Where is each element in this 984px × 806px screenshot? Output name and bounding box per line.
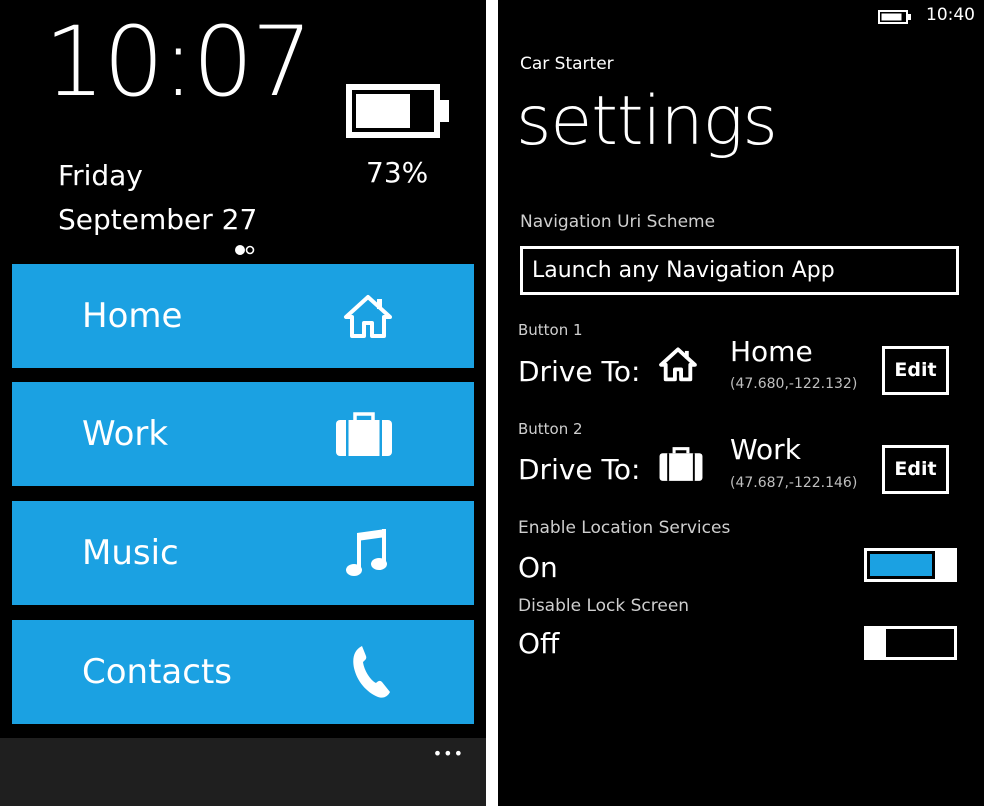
app-name: Car Starter xyxy=(520,54,614,74)
location-services-value: On xyxy=(518,551,558,584)
app-bar: ••• xyxy=(0,738,486,806)
toggle-fill xyxy=(870,554,932,576)
lock-screen-value: Off xyxy=(518,627,560,660)
date-label: September 27 xyxy=(58,203,258,236)
phone-icon xyxy=(353,646,390,698)
edit-label: Edit xyxy=(894,458,937,480)
nav-scheme-label: Navigation Uri Scheme xyxy=(520,212,716,232)
button2-coordinates: (47.687,-122.146) xyxy=(730,475,858,491)
tile-label: Work xyxy=(82,414,169,454)
location-services-toggle[interactable] xyxy=(864,548,957,582)
button1-destination: Home xyxy=(730,335,813,368)
status-battery-icon xyxy=(878,10,911,24)
tile-work[interactable]: Work xyxy=(12,382,474,486)
lock-screen-toggle[interactable] xyxy=(864,626,957,660)
more-options-button[interactable]: ••• xyxy=(433,746,464,762)
edit-button-1[interactable]: Edit xyxy=(882,346,949,395)
battery-icon xyxy=(346,84,449,138)
battery-percent: 73% xyxy=(366,156,429,189)
tile-label: Music xyxy=(82,533,179,573)
lock-screen: 10:07 Friday September 27 73% Home Work … xyxy=(0,0,486,806)
home-icon xyxy=(344,295,392,338)
tile-home[interactable]: Home xyxy=(12,264,474,368)
toggle-thumb[interactable] xyxy=(864,626,886,660)
tile-music[interactable]: Music xyxy=(12,501,474,605)
button1-coordinates: (47.680,-122.132) xyxy=(730,376,858,392)
nav-scheme-picker[interactable]: Launch any Navigation App xyxy=(520,246,959,295)
edit-button-2[interactable]: Edit xyxy=(882,445,949,494)
briefcase-icon xyxy=(659,447,703,481)
tile-label: Home xyxy=(82,296,183,336)
clock-time: 10:07 xyxy=(44,6,313,118)
button2-header: Button 2 xyxy=(518,420,583,438)
tile-label: Contacts xyxy=(82,652,232,692)
page-indicator xyxy=(235,245,255,255)
day-label: Friday xyxy=(58,159,143,192)
home-icon xyxy=(659,347,697,382)
button1-header: Button 1 xyxy=(518,321,583,339)
status-time: 10:40 xyxy=(926,5,975,25)
location-services-label: Enable Location Services xyxy=(518,518,731,538)
lock-screen-label: Disable Lock Screen xyxy=(518,596,690,616)
toggle-thumb[interactable] xyxy=(935,548,957,582)
drive-to-label: Drive To: xyxy=(518,453,641,486)
tile-contacts[interactable]: Contacts xyxy=(12,620,474,724)
drive-to-label: Drive To: xyxy=(518,355,641,388)
nav-scheme-value: Launch any Navigation App xyxy=(532,258,835,283)
page-title: settings xyxy=(516,82,778,161)
briefcase-icon xyxy=(336,412,392,456)
edit-label: Edit xyxy=(894,359,937,381)
settings-screen: 10:40 Car Starter settings Navigation Ur… xyxy=(498,0,984,806)
button2-destination: Work xyxy=(730,433,801,466)
music-note-icon xyxy=(346,529,387,576)
